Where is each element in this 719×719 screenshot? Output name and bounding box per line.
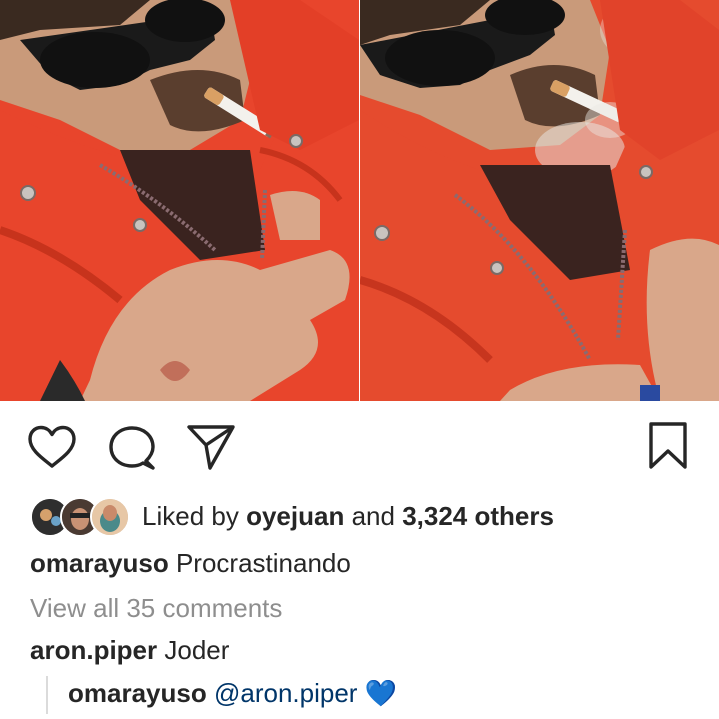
comment: aron.piper Joder xyxy=(30,635,229,666)
photo-panel-right xyxy=(360,0,719,401)
photo-right-illustration xyxy=(360,0,719,401)
liker-avatars[interactable] xyxy=(30,496,130,537)
likes-user-link[interactable]: oyejuan xyxy=(246,501,344,531)
caption: omarayuso Procrastinando xyxy=(30,548,351,579)
bookmark-button[interactable] xyxy=(648,421,688,471)
avatar-image xyxy=(92,499,128,535)
heart-icon xyxy=(28,425,76,468)
like-button[interactable] xyxy=(27,425,77,469)
avatar[interactable] xyxy=(90,497,130,537)
likes-text: Liked by oyejuan and 3,324 others xyxy=(142,501,554,532)
likes-count-link[interactable]: 3,324 others xyxy=(402,501,554,531)
bookmark-icon xyxy=(649,422,687,469)
caption-username[interactable]: omarayuso xyxy=(30,548,169,578)
comment-text: Joder xyxy=(164,635,230,665)
share-button[interactable] xyxy=(186,423,236,471)
share-icon xyxy=(187,425,235,470)
comment-icon xyxy=(109,426,155,470)
comment-button[interactable] xyxy=(108,425,156,473)
photo-panel-left xyxy=(0,0,359,401)
likes-prefix: Liked by xyxy=(142,500,239,531)
likes-row[interactable]: Liked by oyejuan and 3,324 others xyxy=(30,494,554,538)
action-bar xyxy=(0,401,719,493)
view-all-comments-link[interactable]: View all 35 comments xyxy=(30,593,282,624)
caption-text: Procrastinando xyxy=(175,548,351,578)
photo-left-illustration xyxy=(0,0,359,401)
comment-username[interactable]: aron.piper xyxy=(30,635,157,665)
post-photo[interactable] xyxy=(0,0,719,401)
reply-comment: omarayuso @aron.piper 💙 xyxy=(68,678,397,709)
reply-mention-link[interactable]: @aron.piper xyxy=(214,678,357,708)
reply-username[interactable]: omarayuso xyxy=(68,678,207,708)
reply-thread-line xyxy=(46,676,48,714)
likes-middle: and xyxy=(351,500,395,531)
blue-heart-emoji: 💙 xyxy=(364,678,398,708)
